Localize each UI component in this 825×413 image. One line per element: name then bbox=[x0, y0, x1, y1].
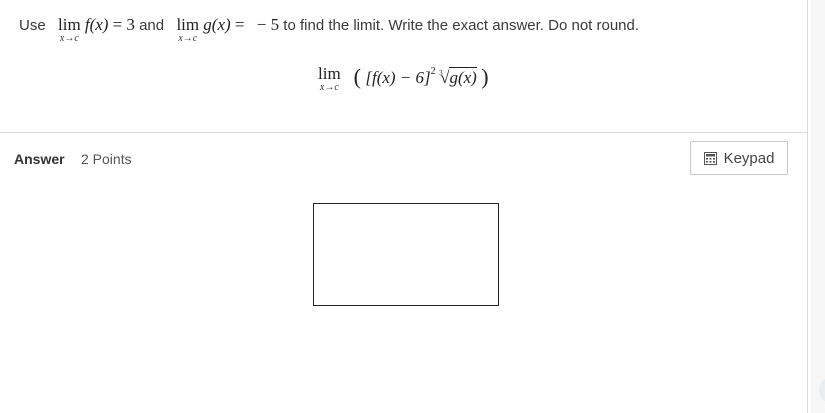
keypad-label: Keypad bbox=[723, 149, 775, 167]
limit-expression: lim x→c ( [f(x) − 6]2 3 √g(x) ) bbox=[318, 64, 489, 93]
f-value: 3 bbox=[126, 15, 135, 34]
root-index: 3 bbox=[439, 69, 443, 77]
g-value: − 5 bbox=[256, 15, 280, 34]
equals-1: = bbox=[112, 15, 123, 34]
prompt-suffix: to find the limit. Write the exact answe… bbox=[283, 17, 640, 34]
close-paren: ) bbox=[481, 64, 489, 89]
answer-input[interactable] bbox=[313, 203, 499, 306]
equals-2: = bbox=[234, 15, 245, 34]
and-text: and bbox=[139, 17, 165, 34]
calculator-icon bbox=[703, 151, 717, 165]
question-card: Use lim x→c f(x) = 3 and lim x→c g(x) = … bbox=[0, 0, 808, 413]
points-label: 2 Points bbox=[81, 151, 132, 167]
question-prompt: Use lim x→c f(x) = 3 and lim x→c g(x) = … bbox=[0, 0, 808, 133]
limit-g: lim x→c bbox=[176, 15, 200, 44]
page-edge bbox=[811, 0, 825, 413]
expression-limit: lim x→c bbox=[318, 64, 341, 93]
root-body: g(x) bbox=[449, 67, 477, 87]
g-of-x: g(x) bbox=[203, 15, 231, 34]
exponent: 2 bbox=[430, 66, 436, 77]
prompt-line: Use lim x→c f(x) = 3 and lim x→c g(x) = … bbox=[19, 15, 639, 44]
open-paren: ( bbox=[353, 64, 361, 89]
bracket-term: [f(x) − 6] bbox=[365, 68, 431, 87]
cube-root: 3 √g(x) bbox=[439, 67, 477, 88]
answer-label: Answer bbox=[14, 151, 65, 167]
prompt-prefix: Use bbox=[19, 17, 46, 34]
f-of-x: f(x) bbox=[84, 15, 109, 34]
limit-f: lim x→c bbox=[58, 15, 81, 44]
keypad-button[interactable]: Keypad bbox=[690, 141, 788, 175]
